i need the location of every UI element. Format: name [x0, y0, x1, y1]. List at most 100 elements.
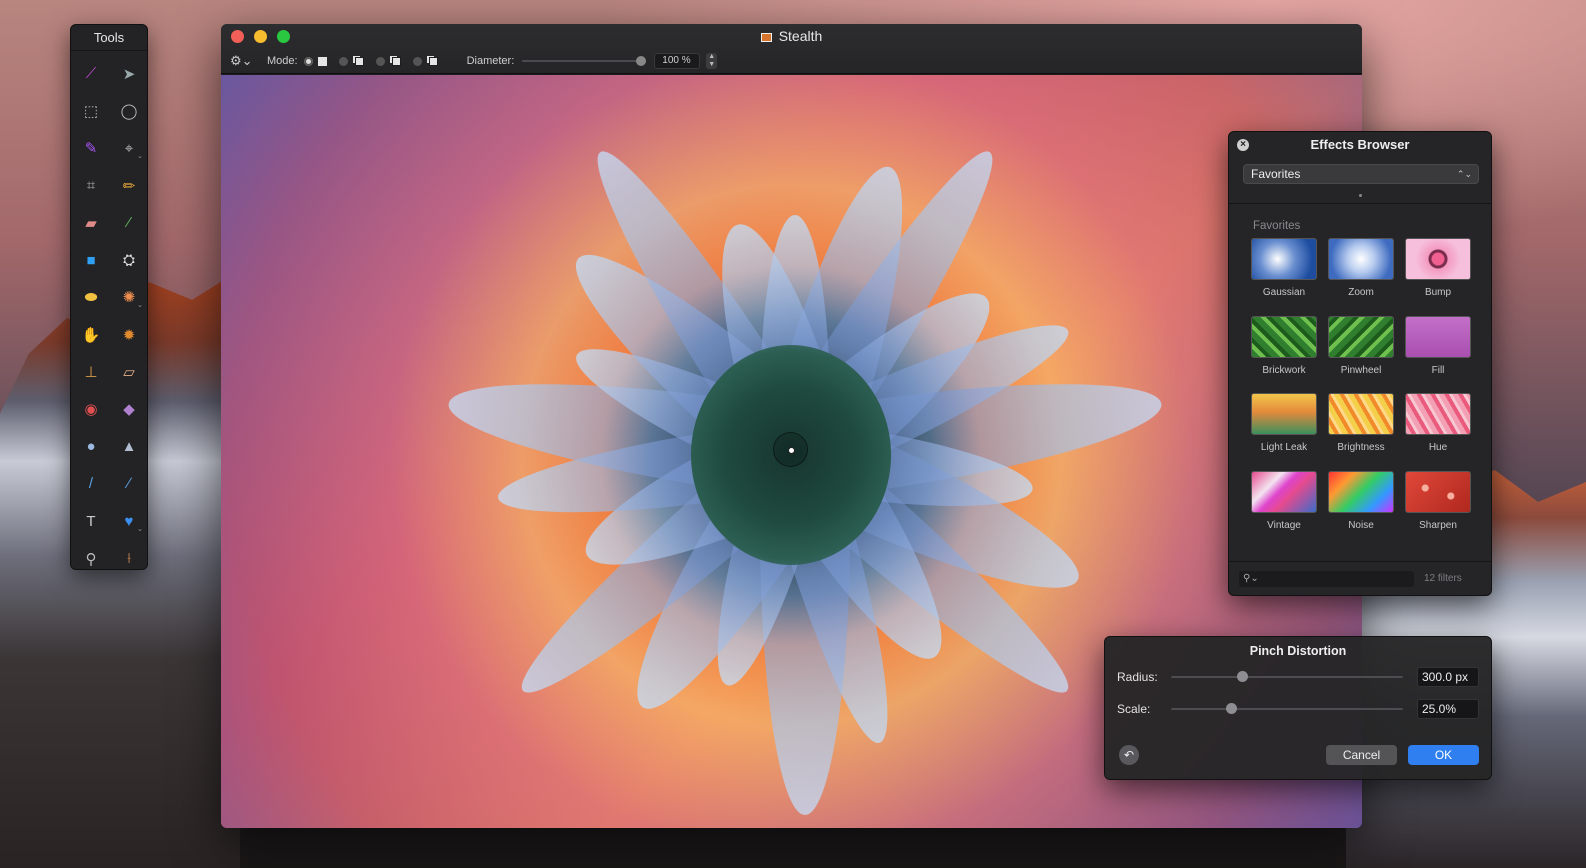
cancel-button[interactable]: Cancel	[1326, 745, 1397, 765]
filter-item[interactable]: Hue	[1405, 393, 1471, 471]
vector-freeform-icon[interactable]: ∕	[110, 465, 148, 502]
ok-button[interactable]: OK	[1408, 745, 1479, 765]
burn-icon[interactable]: ✹	[110, 316, 148, 353]
filter-grid: Gaussian Zoom Bump Brickwork Pinwheel Fill Lig…	[1251, 238, 1491, 548]
filter-item[interactable]: Light Leak	[1251, 393, 1317, 471]
filter-name: Sharpen	[1419, 519, 1457, 531]
filter-name: Light Leak	[1260, 442, 1308, 453]
lasso-icon[interactable]: ⌖ ⌄	[110, 130, 148, 167]
filter-thumbnail	[1328, 238, 1394, 280]
filter-thumbnail	[1405, 470, 1471, 513]
color-picker-icon[interactable]: ✺ ⌄	[110, 279, 148, 316]
reset-icon[interactable]: ↶	[1119, 745, 1139, 765]
filter-name: Zoom	[1348, 287, 1374, 298]
diameter-stepper[interactable]: ▲ ▼	[706, 53, 718, 69]
radius-row: Radius: 300.0 px	[1117, 666, 1479, 688]
marker-icon[interactable]: ✎	[72, 130, 110, 167]
scale-slider-knob[interactable]	[1226, 703, 1238, 714]
scale-slider[interactable]	[1171, 703, 1403, 714]
effects-footer: ⚲⌄ 12 filters	[1229, 561, 1491, 595]
mode-radio-subtract[interactable]	[375, 56, 385, 66]
resize-handle[interactable]	[1358, 194, 1362, 197]
filter-search-field[interactable]: ⚲⌄	[1239, 570, 1414, 587]
arrow-select-icon[interactable]: ➤	[110, 55, 148, 92]
filter-thumbnail	[1328, 315, 1394, 358]
effects-category-select[interactable]: Favorites ⌃⌄	[1243, 164, 1479, 184]
close-effects-icon[interactable]: ×	[1237, 139, 1249, 151]
crop-icon[interactable]: ⌗	[72, 167, 110, 204]
filter-item[interactable]: Brightness	[1328, 393, 1394, 471]
filter-item[interactable]: Pinwheel	[1328, 315, 1394, 394]
ellipse-shape-icon[interactable]: ⬬	[72, 279, 110, 316]
filter-thumbnail	[1405, 393, 1471, 435]
eraser-icon[interactable]: ▰	[72, 204, 110, 241]
effects-browser-title: Effects Browser	[1310, 137, 1410, 152]
rect-select-icon[interactable]: ⬚	[72, 92, 110, 129]
diameter-slider[interactable]	[522, 56, 647, 66]
filter-thumbnail	[1251, 315, 1317, 358]
document-icon	[760, 33, 772, 42]
filter-item[interactable]: Brickwork	[1251, 315, 1317, 394]
filter-thumbnail	[1251, 238, 1317, 280]
filter-item[interactable]: Zoom	[1328, 238, 1394, 316]
vector-pen-icon[interactable]: /	[72, 465, 110, 502]
text-icon[interactable]: T	[72, 503, 110, 540]
mode-add-icon	[352, 56, 364, 66]
mode-radio-replace[interactable]	[303, 56, 313, 66]
filter-name: Noise	[1348, 519, 1374, 531]
filter-name: Brightness	[1337, 442, 1385, 453]
mode-radio-intersect[interactable]	[412, 56, 422, 66]
tools-palette: Tools ⟋ ➤ ⬚ ◯ ✎ ⌖ ⌄ ⌗ ✏ ▰ ⁄ ■ ⛭ ⬬ ✺ ⌄ ✋ ✹ ⊥ ▱ ◉ ◆ ● ▲ / ∕ T ♥ ⌄ ⚲ ⟊	[70, 24, 148, 570]
filter-name: Fill	[1431, 364, 1445, 376]
rectangle-shape-icon[interactable]: ■	[72, 241, 110, 278]
radius-value-field[interactable]: 300.0 px	[1417, 667, 1479, 687]
red-eye-icon[interactable]: ◉	[72, 391, 110, 428]
filter-name: Vintage	[1267, 519, 1301, 531]
filter-thumbnail	[1328, 393, 1394, 435]
mode-replace-icon	[317, 56, 327, 66]
title-bar[interactable]: Stealth ⚙⌄ Mode: Diameter: 100 % ▲ ▼	[221, 24, 1362, 74]
radius-slider-knob[interactable]	[1237, 671, 1249, 682]
scale-label: Scale:	[1117, 702, 1151, 716]
smudge-icon[interactable]: ✋	[72, 316, 110, 353]
brush-icon[interactable]: ⁄	[110, 204, 148, 241]
ellipse-select-icon[interactable]: ◯	[110, 92, 148, 129]
effects-browser-panel: × Effects Browser Favorites ⌃⌄ Favorites…	[1228, 131, 1492, 596]
filter-thumbnail	[1251, 393, 1317, 435]
scale-value-field[interactable]: 25.0%	[1417, 699, 1479, 719]
zoom-icon[interactable]: ⚲	[72, 540, 110, 577]
effects-category-value: Favorites	[1251, 167, 1301, 181]
filter-item[interactable]: Vintage	[1251, 470, 1317, 549]
pencil-icon[interactable]: ✏	[110, 167, 148, 204]
mode-label: Mode:	[267, 55, 298, 67]
bandage-icon[interactable]: ▱	[110, 353, 148, 390]
sharpen-icon[interactable]: ▲	[110, 428, 148, 465]
filter-name: Bump	[1424, 287, 1452, 298]
chevron-updown-icon: ⌃⌄	[1456, 169, 1472, 179]
blur-drop-icon[interactable]: ●	[72, 428, 110, 465]
stamp-icon[interactable]: ⊥	[72, 353, 110, 390]
paint-bucket-icon[interactable]: ⛭	[110, 241, 148, 278]
pinch-distortion-title: Pinch Distortion	[1249, 644, 1347, 658]
radius-slider[interactable]	[1171, 671, 1403, 682]
eyedropper-icon[interactable]: ⟊	[110, 540, 148, 577]
diameter-value-field[interactable]: 100 %	[654, 53, 701, 69]
heart-shape-icon[interactable]: ♥ ⌄	[110, 503, 148, 540]
filter-thumbnail	[1405, 315, 1471, 358]
radius-label: Radius:	[1117, 670, 1158, 684]
gear-menu-icon[interactable]: ⚙⌄	[230, 53, 254, 69]
diameter-slider-knob[interactable]	[636, 56, 647, 66]
mode-intersect-icon	[426, 56, 438, 66]
filter-count: 12 filters	[1424, 573, 1462, 584]
filter-item[interactable]: Gaussian	[1251, 238, 1317, 316]
magic-wand-icon[interactable]: ⟋	[72, 55, 110, 92]
filter-name: Brickwork	[1262, 364, 1306, 376]
filter-item[interactable]: Sharpen	[1405, 470, 1471, 549]
tools-title: Tools	[71, 25, 147, 51]
filter-item[interactable]: Fill	[1405, 315, 1471, 394]
filter-item[interactable]: Noise	[1328, 470, 1394, 549]
retouch-icon[interactable]: ◆	[110, 391, 148, 428]
filter-item[interactable]: Bump	[1405, 238, 1471, 316]
filter-thumbnail	[1251, 470, 1317, 513]
mode-radio-add[interactable]	[338, 56, 348, 66]
